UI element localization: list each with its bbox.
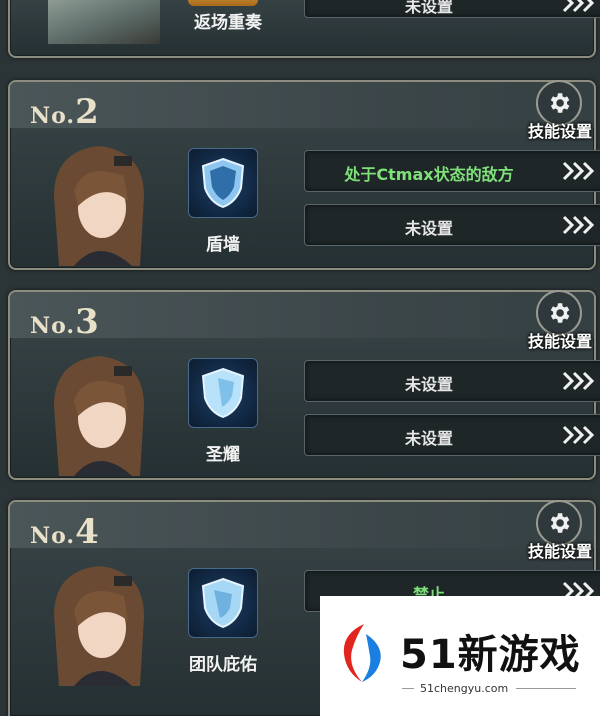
gear-icon (550, 513, 570, 533)
skill-settings-label[interactable]: 技能设置 (528, 538, 592, 562)
triple-chevron-right-icon (562, 0, 595, 13)
skill-name: 返场重奏 (194, 13, 262, 33)
skill-slot-2: No.2 技能设置 盾墙 处于Ctmax状态的敌方 未设置 (8, 80, 600, 270)
skill-settings-label[interactable]: 技能设置 (528, 328, 592, 352)
triple-chevron-right-icon (562, 371, 595, 391)
skill-icon[interactable] (188, 568, 258, 638)
divider (402, 688, 414, 689)
slot-number: No.3 (30, 302, 100, 342)
skill-name: 团队庇佑 (189, 655, 257, 675)
character-portrait (48, 0, 160, 44)
gear-icon (550, 303, 570, 323)
condition-button[interactable]: 未设置 (304, 204, 600, 246)
gear-icon (550, 93, 570, 113)
condition-button[interactable]: 处于Ctmax状态的敌方 (304, 150, 600, 192)
slot-number: No.4 (30, 512, 100, 552)
condition-label: 处于Ctmax状态的敌方 (344, 165, 514, 184)
character-portrait (54, 356, 144, 476)
brand-url: 51chengyu.com (420, 682, 509, 695)
slot-number: No.2 (30, 92, 100, 132)
brand-logo-icon (343, 624, 381, 682)
skill-settings-label[interactable]: 技能设置 (528, 118, 592, 142)
skill-slot-3: No.3 技能设置 圣耀 未设置 未设置 (8, 290, 600, 480)
character-portrait (54, 566, 144, 686)
condition-label: 未设置 (404, 0, 453, 16)
skill-name: 圣耀 (206, 445, 240, 465)
shield-icon (201, 367, 245, 419)
condition-button[interactable]: 未设置 (304, 0, 600, 18)
skill-slot-1-partial: 返场重奏 未设置 (8, 0, 600, 58)
condition-button[interactable]: 未设置 (304, 414, 600, 456)
skill-icon[interactable] (188, 358, 258, 428)
character-portrait (54, 146, 144, 266)
skill-icon[interactable] (188, 0, 258, 6)
divider (516, 688, 576, 689)
triple-chevron-right-icon (562, 425, 595, 445)
shield-icon (201, 577, 245, 629)
condition-label: 未设置 (404, 429, 453, 448)
watermark: 51新游戏 51chengyu.com (320, 596, 600, 716)
skill-name: 盾墙 (206, 235, 240, 255)
condition-label: 未设置 (404, 375, 453, 394)
triple-chevron-right-icon (562, 161, 595, 181)
condition-button[interactable]: 未设置 (304, 360, 600, 402)
condition-label: 未设置 (404, 219, 453, 238)
shield-icon (201, 157, 245, 209)
triple-chevron-right-icon (562, 215, 595, 235)
brand-name: 51新游戏 (400, 632, 581, 678)
skill-icon[interactable] (188, 148, 258, 218)
